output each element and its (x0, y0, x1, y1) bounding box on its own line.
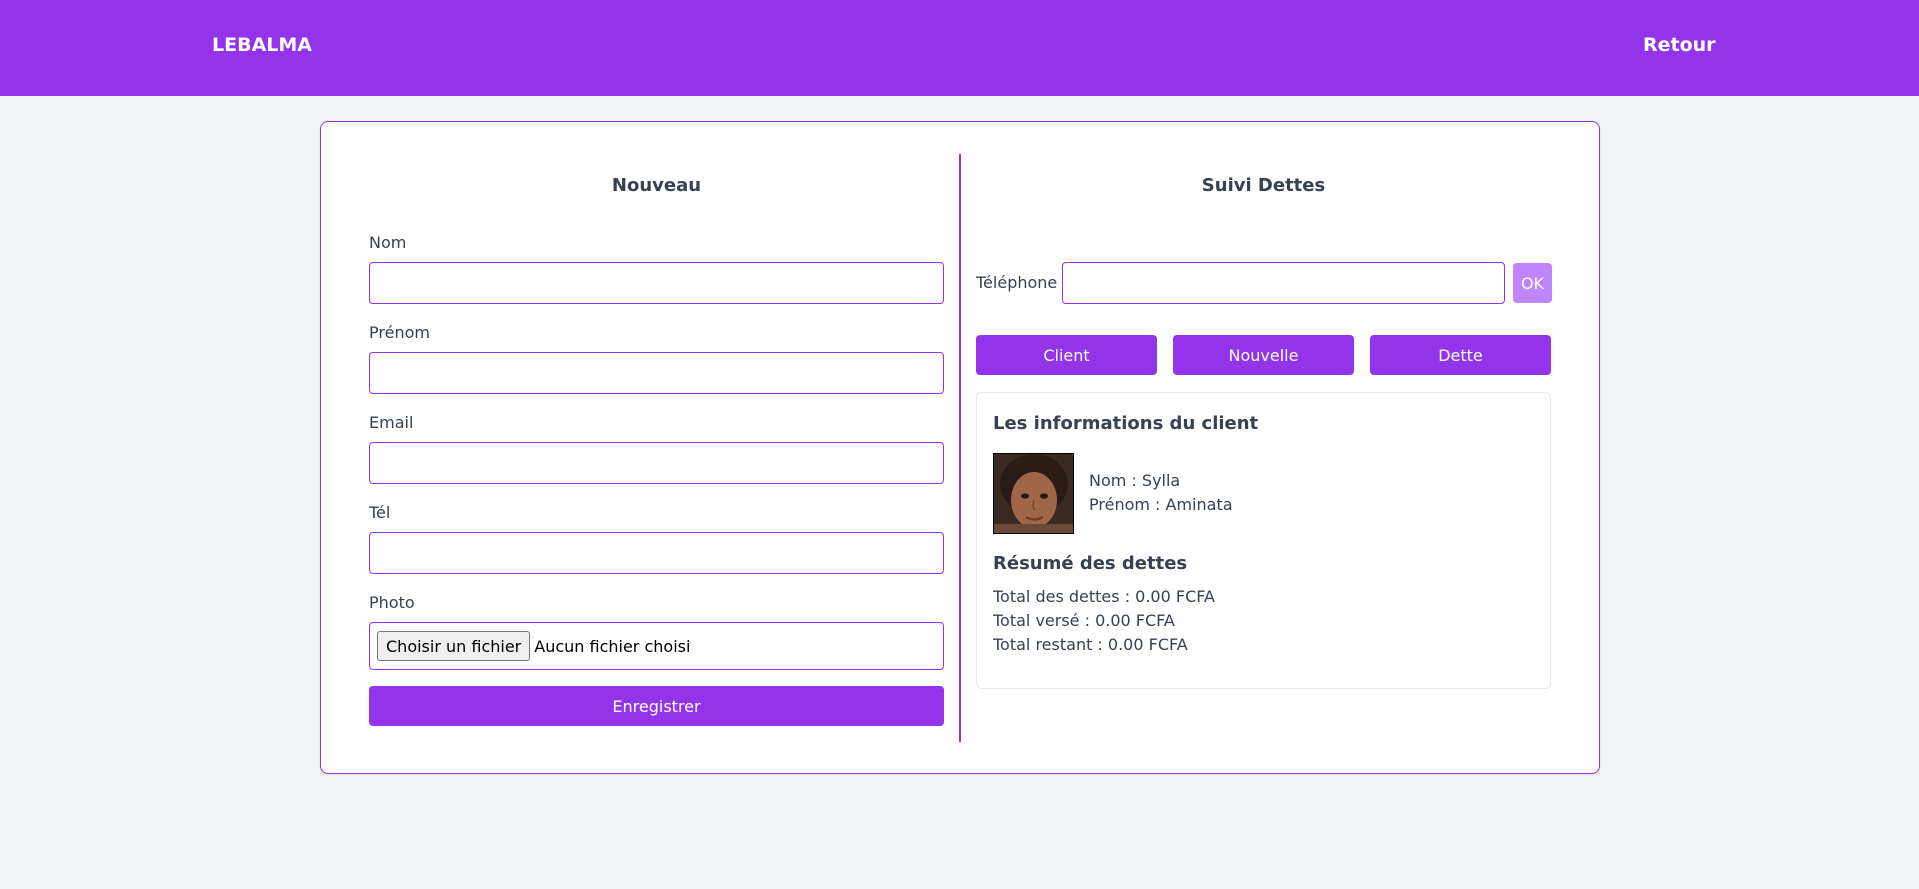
new-form-title: Nouveau (611, 175, 702, 196)
photo-file-field[interactable]: Choisir un fichier Aucun fichier choisi (369, 622, 944, 670)
brand-logo[interactable]: LEBALMA (212, 34, 312, 56)
tab-dette[interactable]: Dette (1370, 335, 1551, 375)
phone-input[interactable] (1062, 262, 1505, 304)
email-label: Email (369, 413, 414, 432)
client-firstname: Prénom : Aminata (1089, 495, 1233, 514)
client-avatar (993, 453, 1074, 534)
choose-file-button[interactable]: Choisir un fichier (377, 631, 531, 661)
ok-button[interactable]: OK (1513, 263, 1552, 303)
main-card: Nouveau Nom Prénom Email Tél Photo Chois… (320, 121, 1600, 774)
email-input[interactable] (369, 442, 944, 484)
file-status-text: Aucun fichier choisi (534, 636, 691, 656)
total-paid: Total versé : 0.00 FCFA (993, 611, 1175, 630)
tel-label: Tél (369, 503, 391, 522)
nom-input[interactable] (369, 262, 944, 304)
tab-client[interactable]: Client (976, 335, 1157, 375)
client-info-card: Les informations du client Nom : Sylla P… (976, 392, 1551, 689)
debt-summary-title: Résumé des dettes (993, 553, 1188, 574)
top-navbar: LEBALMA Retour (0, 0, 1919, 96)
tab-nouvelle[interactable]: Nouvelle (1173, 335, 1354, 375)
total-debts: Total des dettes : 0.00 FCFA (993, 587, 1215, 606)
client-name: Nom : Sylla (1089, 471, 1181, 490)
photo-label: Photo (369, 593, 415, 612)
save-button[interactable]: Enregistrer (369, 686, 944, 726)
tel-input[interactable] (369, 532, 944, 574)
debt-tracking-title: Suivi Dettes (1201, 175, 1326, 196)
nom-label: Nom (369, 233, 407, 252)
total-remaining: Total restant : 0.00 FCFA (993, 635, 1188, 654)
prenom-input[interactable] (369, 352, 944, 394)
client-info-title: Les informations du client (993, 413, 1259, 434)
back-link[interactable]: Retour (1643, 34, 1716, 56)
prenom-label: Prénom (369, 323, 430, 342)
column-divider (959, 154, 961, 742)
phone-label: Téléphone (976, 273, 1058, 292)
